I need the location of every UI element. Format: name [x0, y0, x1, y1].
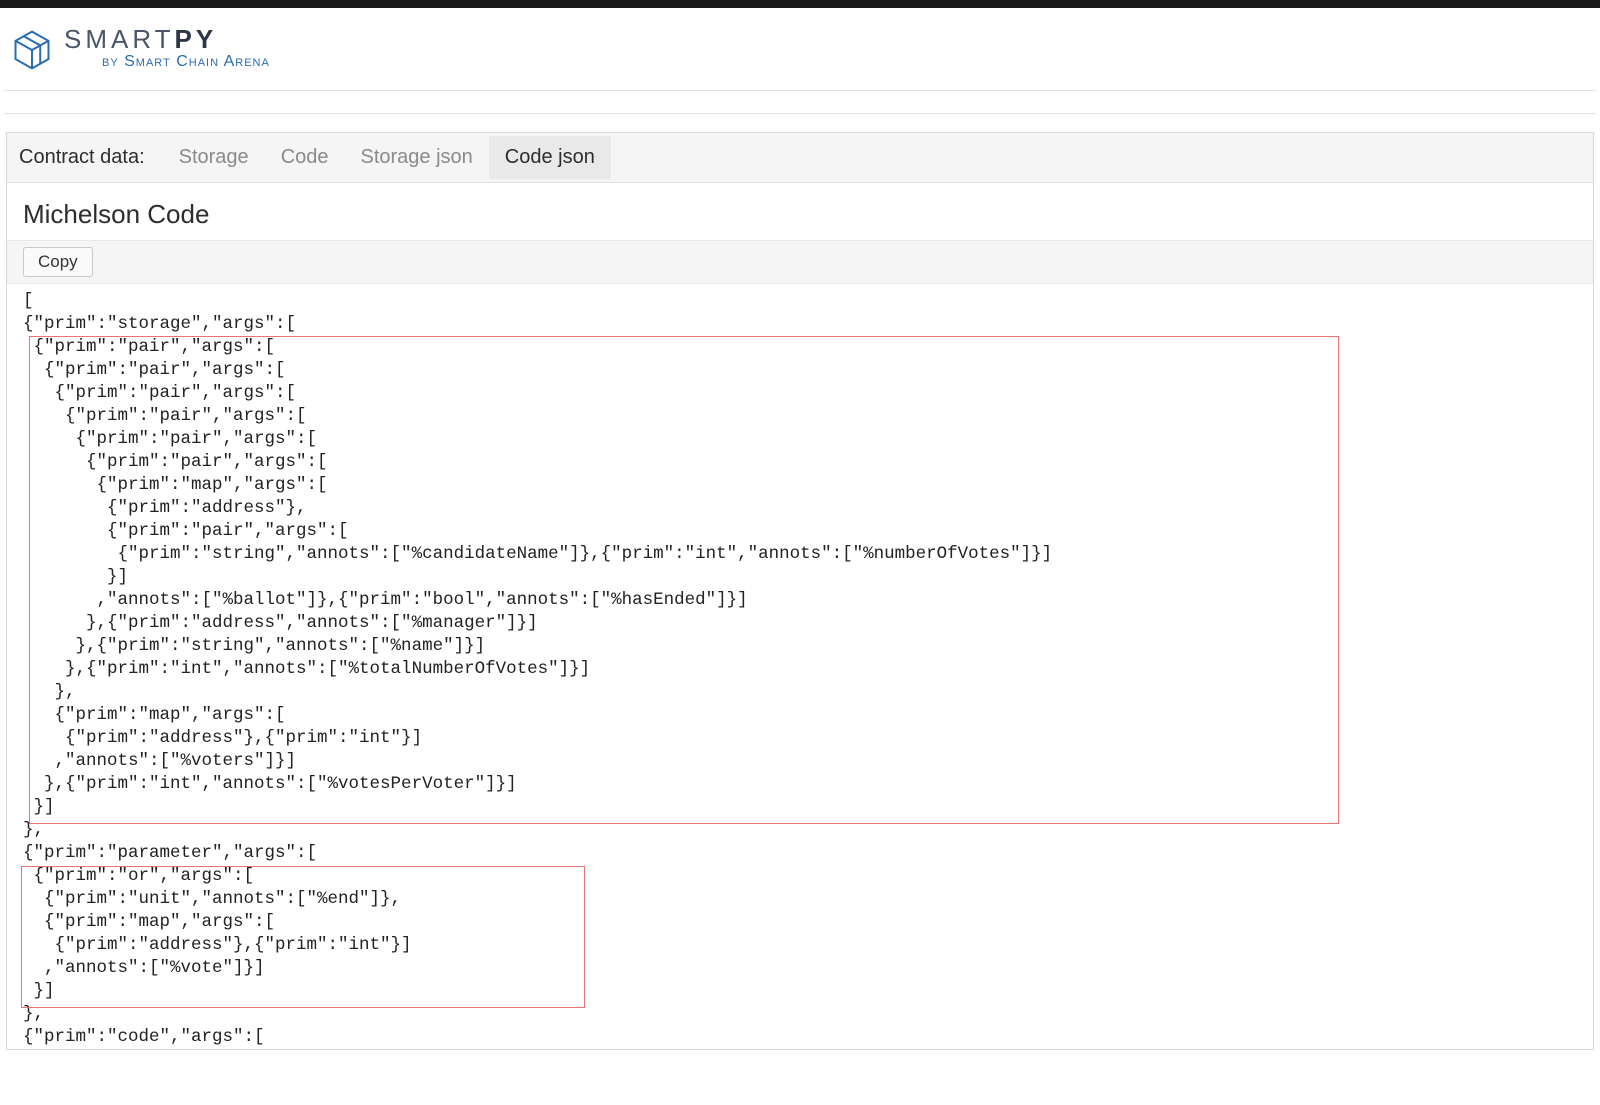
brand-logo[interactable]: SMARTPY by Smart Chain Arena: [10, 26, 270, 72]
tabbar-label: Contract data:: [19, 146, 145, 169]
section-title: Michelson Code: [7, 195, 1593, 240]
panel-content: Michelson Code Copy [ {"prim":"storage",…: [7, 183, 1593, 1049]
copy-button[interactable]: Copy: [23, 247, 93, 277]
tab-code[interactable]: Code: [265, 136, 345, 179]
contract-panel: Contract data: Storage Code Storage json…: [6, 132, 1594, 1050]
code-text: [ {"prim":"storage","args":[ {"prim":"pa…: [23, 291, 1052, 1047]
brand-title: SMARTPY: [64, 26, 270, 52]
contract-tabbar: Contract data: Storage Code Storage json…: [7, 133, 1593, 183]
tab-storage-json[interactable]: Storage json: [345, 136, 489, 179]
brand-text: SMARTPY by Smart Chain Arena: [64, 26, 270, 70]
code-block[interactable]: [ {"prim":"storage","args":[ {"prim":"pa…: [7, 284, 1593, 1049]
smartpy-logo-icon: [10, 28, 54, 72]
window-chrome-bar: [0, 0, 1600, 8]
brand-subtitle: by Smart Chain Arena: [102, 54, 270, 70]
divider: [4, 90, 1596, 91]
tab-storage[interactable]: Storage: [163, 136, 265, 179]
app-header: SMARTPY by Smart Chain Arena: [0, 8, 1600, 84]
copy-bar: Copy: [7, 240, 1593, 284]
tab-code-json[interactable]: Code json: [489, 136, 611, 179]
